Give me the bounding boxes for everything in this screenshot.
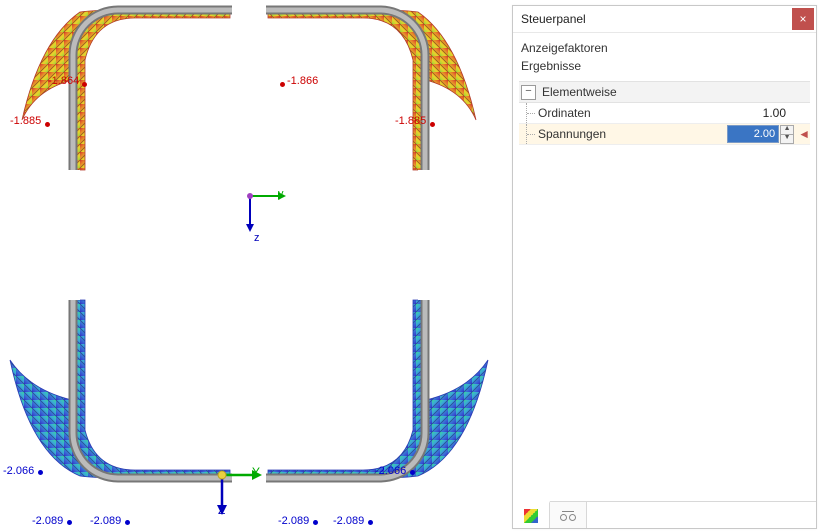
axis-y-big-label: Y [252, 465, 260, 479]
collapse-toggle-icon[interactable]: − [521, 85, 536, 100]
panel-body: Anzeigefaktoren Ergebnisse − Elementweis… [513, 33, 816, 501]
row-label: Ordinaten [536, 106, 726, 120]
viewport[interactable]: y z Y Z -1.864 -1.885 -1.866 -1.885 -2.0… [0, 0, 510, 531]
tab-scale[interactable] [550, 502, 587, 528]
tree-line-icon [526, 103, 536, 123]
value-dot [45, 122, 50, 127]
axis-z-big-label: Z [218, 503, 225, 517]
row-ordinaten[interactable]: Ordinaten 1.00 [519, 103, 810, 124]
panel-tabs [513, 501, 816, 528]
panel-titlebar: Steuerpanel × [513, 6, 816, 33]
value-dot [125, 520, 130, 525]
panel-title: Steuerpanel [521, 12, 790, 26]
section-ergebnisse: Ergebnisse [519, 57, 810, 75]
value-bot-left-a: -2.066 [3, 465, 34, 477]
value-top-right-b: -1.885 [395, 115, 426, 127]
close-icon: × [799, 12, 806, 26]
section-anzeigefaktoren: Anzeigefaktoren [519, 39, 810, 57]
row-label: Spannungen [536, 127, 727, 141]
active-row-marker-icon: ◄ [798, 127, 810, 141]
row-value: 1.00 [726, 106, 792, 120]
value-dot [38, 470, 43, 475]
scale-icon [560, 509, 576, 521]
axis-y-small-label: y [278, 188, 284, 200]
close-button[interactable]: × [792, 8, 814, 30]
value-dot [313, 520, 318, 525]
spannungen-input[interactable] [727, 125, 779, 143]
value-bot-right-b: -2.089 [278, 515, 309, 527]
value-dot [430, 122, 435, 127]
colors-icon [524, 509, 538, 523]
spinner: ▲ ▼ [780, 125, 794, 144]
axis-z-small-label: z [254, 232, 260, 244]
value-top-left-b: -1.885 [10, 115, 41, 127]
value-dot [280, 82, 285, 87]
value-dot [67, 520, 72, 525]
control-panel: Steuerpanel × Anzeigefaktoren Ergebnisse… [512, 5, 817, 529]
tab-colors[interactable] [513, 501, 550, 528]
group-label: Elementweise [542, 85, 617, 99]
group-elementweise: − Elementweise Ordinaten 1.00 Spannungen… [519, 81, 810, 145]
spinner-up-icon[interactable]: ▲ [780, 125, 794, 135]
value-dot [368, 520, 373, 525]
group-header[interactable]: − Elementweise [519, 82, 810, 103]
spinner-down-icon[interactable]: ▼ [780, 135, 794, 144]
value-bot-left-b: -2.089 [32, 515, 63, 527]
value-bot-right-a: -2.066 [375, 465, 406, 477]
tree-line-icon [526, 124, 536, 144]
row-spannungen[interactable]: Spannungen ▲ ▼ ◄ [519, 124, 810, 145]
value-dot [410, 470, 415, 475]
value-top-right-a: -1.866 [287, 75, 318, 87]
value-dot [82, 82, 87, 87]
value-bot-left-c: -2.089 [90, 515, 121, 527]
value-bot-right-c: -2.089 [333, 515, 364, 527]
value-top-left-a: -1.864 [48, 75, 79, 87]
